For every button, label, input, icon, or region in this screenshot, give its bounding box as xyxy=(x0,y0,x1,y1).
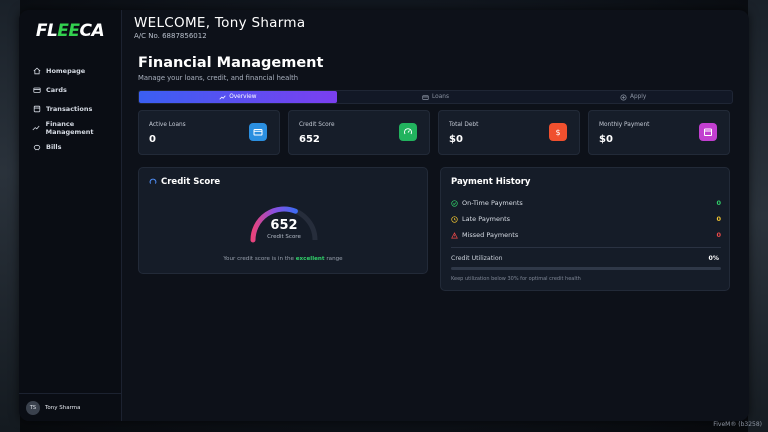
avatar: TS xyxy=(26,400,40,415)
credit-score-value: 652 xyxy=(270,218,298,233)
piggy-icon xyxy=(32,142,41,151)
sidebar-item-transactions[interactable]: Transactions xyxy=(19,99,121,118)
credit-utilization-label: Credit Utilization xyxy=(451,255,503,262)
dollar-icon: $ xyxy=(549,123,567,141)
background-left xyxy=(0,0,20,432)
credit-score-note: Your credit score is in the excellent ra… xyxy=(223,256,343,262)
account-number: A/C No. 6887856012 xyxy=(134,32,207,40)
late-payments-row: Late Payments 0 xyxy=(451,215,721,223)
sidebar-item-homepage[interactable]: Homepage xyxy=(19,61,121,80)
stat-credit-score: Credit Score 652 xyxy=(288,110,430,155)
tab-apply[interactable]: Apply xyxy=(534,91,732,103)
credit-score-label: Credit Score xyxy=(267,234,301,240)
sidebar-item-bills[interactable]: Bills xyxy=(19,137,121,156)
payment-history-panel: Payment History On-Time Payments 0 Late … xyxy=(440,167,730,291)
stat-total-debt: Total Debt $0 $ xyxy=(438,110,580,155)
background-right xyxy=(748,0,768,432)
on-time-payments-row: On-Time Payments 0 xyxy=(451,199,721,207)
missed-payments-row: Missed Payments 0 xyxy=(451,231,721,239)
plus-circle-icon xyxy=(620,93,627,101)
welcome-header: WELCOME, Tony Sharma A/C No. 6887856012 xyxy=(134,15,305,40)
page-title: Financial Management xyxy=(138,55,324,71)
credit-utilization-bar xyxy=(451,267,721,270)
card-icon xyxy=(249,123,267,141)
clock-icon xyxy=(451,215,458,223)
svg-text:$: $ xyxy=(555,128,560,137)
home-icon xyxy=(32,66,41,75)
stat-monthly-payment: Monthly Payment $0 xyxy=(588,110,730,155)
receipt-icon xyxy=(32,104,41,113)
fleeca-logo: FL EE CA xyxy=(35,21,105,41)
gauge-icon xyxy=(399,123,417,141)
trend-icon xyxy=(219,94,226,100)
sidebar-nav: Homepage Cards Transactions Finance Mana… xyxy=(19,61,121,156)
page-subtitle: Manage your loans, credit, and financial… xyxy=(138,74,299,82)
footer-tag: FiveM® (b3258) xyxy=(713,421,762,428)
trend-icon xyxy=(32,123,41,132)
main-content: WELCOME, Tony Sharma A/C No. 6887856012 … xyxy=(122,10,749,421)
credit-utilization-note: Keep utilization below 30% for optimal c… xyxy=(451,276,581,282)
welcome-title: WELCOME, Tony Sharma xyxy=(134,15,306,31)
credit-utilization-value: 0% xyxy=(708,255,719,262)
sidebar-item-finance-management[interactable]: Finance Management xyxy=(19,118,121,137)
banking-window: FL EE CA Homepage Cards Transactions Finan… xyxy=(19,10,749,421)
tab-overview[interactable]: Overview xyxy=(139,91,337,103)
sidebar-item-cards[interactable]: Cards xyxy=(19,80,121,99)
credit-score-title: Credit Score xyxy=(149,177,220,187)
credit-score-gauge: 652 Credit Score xyxy=(249,204,319,244)
card-icon xyxy=(32,85,41,94)
tab-loans[interactable]: Loans xyxy=(337,91,535,103)
divider xyxy=(451,247,721,248)
card-icon xyxy=(422,94,429,100)
stat-active-loans: Active Loans 0 xyxy=(138,110,280,155)
calendar-icon xyxy=(699,123,717,141)
tab-bar: Overview Loans Apply xyxy=(138,90,733,104)
sidebar: FL EE CA Homepage Cards Transactions Finan… xyxy=(19,10,122,421)
user-name: Tony Sharma xyxy=(45,404,81,411)
payment-history-title: Payment History xyxy=(451,177,531,187)
check-circle-icon xyxy=(451,199,458,207)
warning-icon xyxy=(451,231,458,238)
credit-score-panel: Credit Score 652 Credit Score Your credi… xyxy=(138,167,428,274)
spinner-icon xyxy=(149,178,157,184)
sidebar-user[interactable]: TS Tony Sharma xyxy=(19,393,121,421)
